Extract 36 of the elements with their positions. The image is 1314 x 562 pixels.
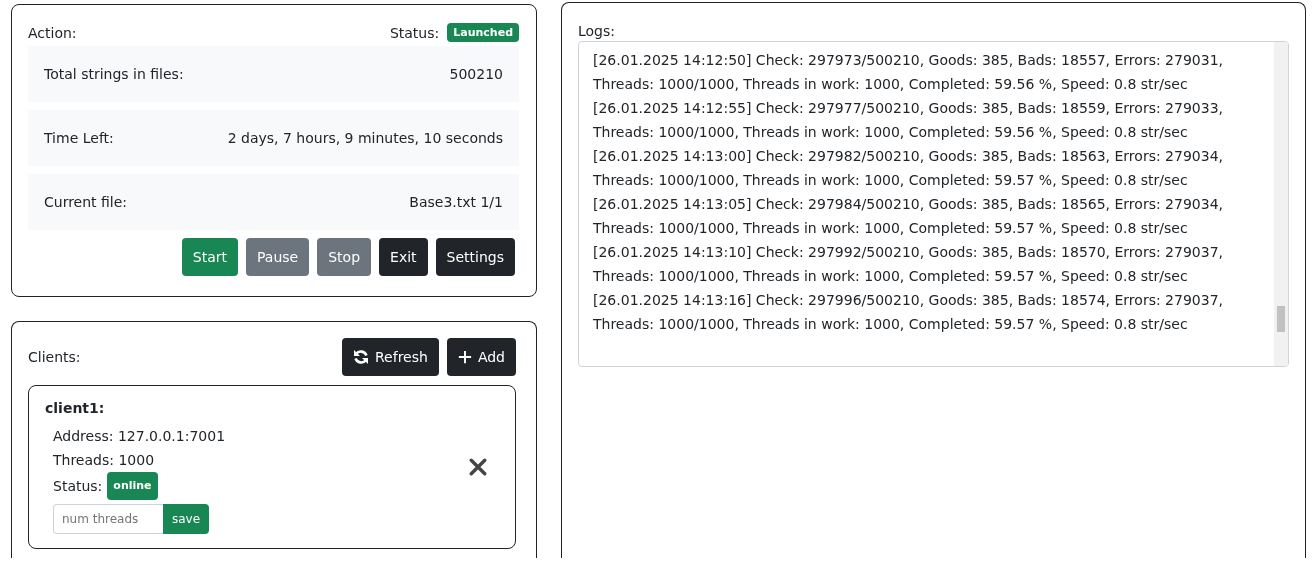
stat-label: Current file: bbox=[44, 194, 128, 210]
action-label: Action: bbox=[28, 24, 77, 41]
log-line: [26.01.2025 14:12:50] Check: 297973/500210, Goods: 385, Bads: 18557, Errors: 279031, Threads: 1000/1000, Threads in work: 1000, Completed: 59.56 %, Speed: 0.8 str/sec bbox=[593, 51, 1224, 94]
action-button[interactable]: Exit bbox=[379, 238, 428, 276]
stat-value: 2 days, 7 hours, 9 minutes, 10 seconds bbox=[227, 130, 503, 146]
log-line: [26.01.2025 14:13:05] Check: 297984/500210, Goods: 385, Bads: 18565, Errors: 279034, Threads: 1000/1000, Threads in work: 1000, Completed: 59.57 %, Speed: 0.8 str/sec bbox=[593, 195, 1224, 238]
action-button[interactable]: Pause bbox=[246, 238, 310, 276]
logs-label: Logs: bbox=[578, 23, 617, 39]
threads-input[interactable]: num threads bbox=[53, 504, 163, 534]
refresh-icon bbox=[353, 349, 369, 365]
save-button[interactable]: save bbox=[163, 504, 210, 534]
client-address: Address: 127.0.0.1:7001 bbox=[53, 427, 226, 446]
refresh-button[interactable]: Refresh bbox=[342, 338, 439, 376]
scrollbar[interactable] bbox=[1274, 42, 1288, 366]
log-line: [26.01.2025 14:13:16] Check: 297996/500210, Goods: 385, Bads: 18574, Errors: 279037, Threads: 1000/1000, Threads in work: 1000, Completed: 59.57 %, Speed: 0.8 str/sec bbox=[593, 291, 1224, 334]
stat-value: Base3.txt 1/1 bbox=[409, 194, 503, 210]
add-button[interactable]: Add bbox=[446, 338, 516, 376]
log-area[interactable] bbox=[578, 41, 1289, 367]
stat-label: Total strings in files: bbox=[44, 66, 184, 82]
action-button[interactable]: Stop bbox=[317, 238, 372, 276]
status-label: Status: bbox=[53, 477, 103, 496]
clients-label: Clients: bbox=[28, 349, 81, 365]
status-badge: Launched bbox=[447, 23, 519, 42]
log-line: [26.01.2025 14:12:55] Check: 297977/500210, Goods: 385, Bads: 18559, Errors: 279033, Threads: 1000/1000, Threads in work: 1000, Completed: 59.56 %, Speed: 0.8 str/sec bbox=[593, 99, 1224, 142]
stat-value: 500210 bbox=[449, 66, 503, 82]
status-label: Status: bbox=[389, 24, 440, 41]
log-line: [26.01.2025 14:13:00] Check: 297982/500210, Goods: 385, Bads: 18563, Errors: 279034, Threads: 1000/1000, Threads in work: 1000, Completed: 59.57 %, Speed: 0.8 str/sec bbox=[593, 147, 1224, 190]
client-threads: Threads: 1000 bbox=[53, 451, 156, 470]
action-button[interactable]: Start bbox=[181, 238, 239, 276]
stat-label: Time Left: bbox=[44, 130, 114, 146]
client-name: client1: bbox=[45, 400, 106, 416]
action-button[interactable]: Settings bbox=[435, 238, 515, 276]
status-badge: online bbox=[107, 472, 158, 500]
close-icon[interactable] bbox=[469, 458, 487, 476]
log-line: [26.01.2025 14:13:10] Check: 297992/500210, Goods: 385, Bads: 18570, Errors: 279037, Threads: 1000/1000, Threads in work: 1000, Completed: 59.57 %, Speed: 0.8 str/sec bbox=[593, 243, 1224, 286]
plus-icon bbox=[457, 350, 472, 364]
